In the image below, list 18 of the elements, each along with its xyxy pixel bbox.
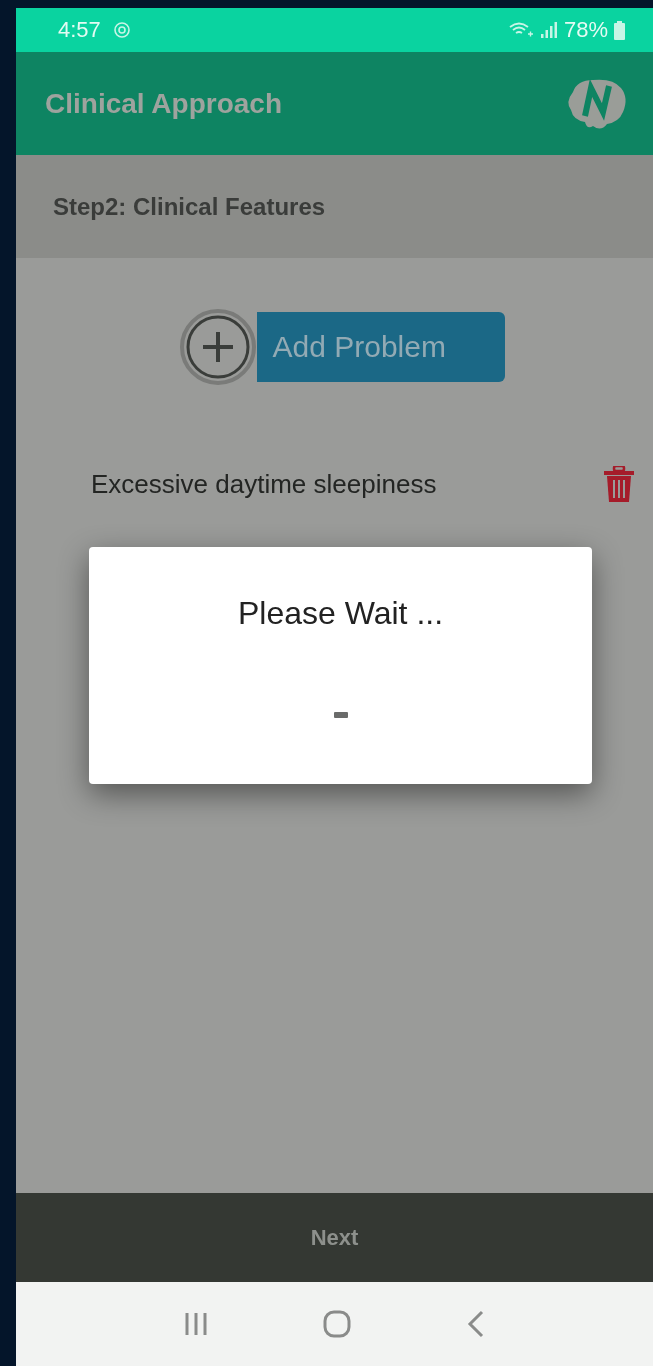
wifi-icon [507,21,534,39]
plus-circle-icon [178,308,257,386]
back-icon[interactable] [467,1310,486,1338]
add-problem-button[interactable]: Add Problem [256,312,505,382]
battery-icon [614,20,625,40]
problem-name: Excessive daytime sleepiness [91,468,437,500]
location-icon [112,21,131,39]
trash-icon[interactable] [603,466,635,502]
app-title: Clinical Approach [45,87,282,120]
step-title: Step2: Clinical Features [53,192,326,221]
dialog-title: Please Wait ... [237,595,444,632]
status-time: 4:57 [58,17,101,43]
signal-icon [539,21,558,39]
battery-percent: 78% [563,17,608,43]
next-button[interactable]: Next [302,1220,367,1255]
progress-indicator [333,712,348,718]
recent-apps-icon[interactable] [183,1311,208,1337]
home-icon[interactable] [323,1310,352,1338]
